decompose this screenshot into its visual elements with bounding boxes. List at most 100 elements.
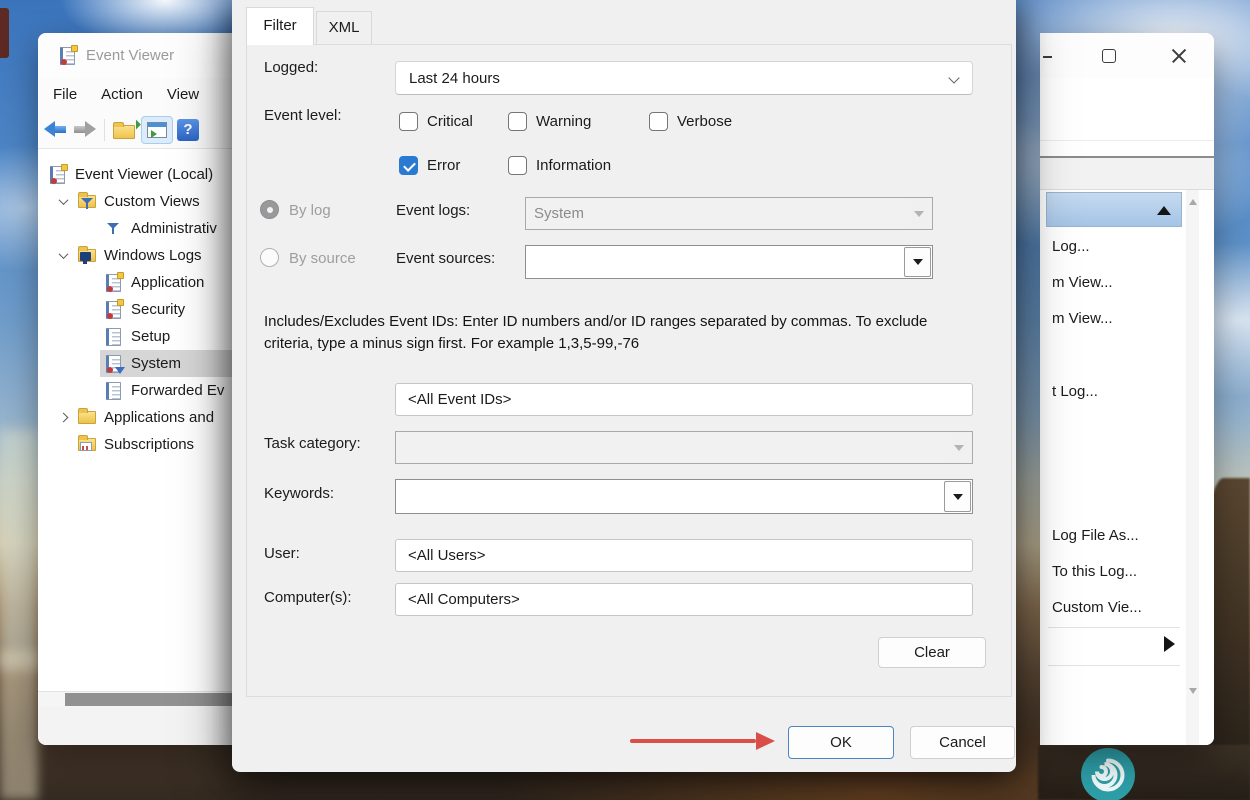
event-log-icon [104,273,124,293]
filtered-log-icon [104,354,124,374]
watermark-spiral-logo [1080,747,1136,800]
action-item-import-custom-view[interactable]: m View... [1052,310,1113,327]
filter-tab-page: Logged: Last 24 hours Event level: Criti… [246,44,1012,697]
menu-bar: File Action View [38,78,234,111]
scroll-down-icon[interactable] [1189,688,1197,694]
checkbox-warning[interactable]: Warning [508,112,591,131]
event-ids-help-text: Includes/Excludes Event IDs: Enter ID nu… [264,311,978,355]
horizontal-scrollbar[interactable] [38,691,234,707]
tree-item-event-viewer-local[interactable]: Event Viewer (Local) [38,161,234,188]
menu-file[interactable]: File [41,86,89,103]
event-viewer-actions-window: Log... m View... m View... t Log... Log … [1040,33,1214,745]
minimize-icon[interactable] [1043,56,1052,58]
forward-icon[interactable] [72,121,96,138]
actions-divider [1048,627,1180,628]
vertical-scrollbar[interactable] [1186,190,1199,745]
action-item-attach-task-to-log[interactable]: To this Log... [1052,563,1137,580]
collapse-up-icon[interactable] [1157,206,1171,215]
tree-item-custom-views[interactable]: Custom Views [38,188,234,215]
event-level-label: Event level: [264,107,342,124]
actions-group-header[interactable] [1046,192,1182,227]
tree-item-applications-and-services[interactable]: Applications and [38,404,234,431]
menu-action[interactable]: Action [89,86,155,103]
user-label: User: [264,545,300,562]
checkbox-box[interactable] [508,112,527,131]
by-source-label: By source [289,250,356,267]
tree-item-security[interactable]: Security [38,296,234,323]
ok-button[interactable]: OK [788,726,894,759]
logged-value: Last 24 hours [409,70,500,87]
chevron-down-icon[interactable] [50,252,77,259]
user-input[interactable]: <All Users> [395,539,973,572]
tree-item-forwarded-events[interactable]: Forwarded Ev [38,377,234,404]
back-icon[interactable] [44,121,68,138]
checkbox-box[interactable] [399,156,418,175]
action-item-save-log-file-as[interactable]: Log File As... [1052,527,1139,544]
console-tree: Event Viewer (Local) Custom Views Admini… [38,149,234,691]
dropdown-button[interactable] [944,481,971,512]
action-item-filter-current-log[interactable]: t Log... [1052,383,1098,400]
keywords-dropdown[interactable] [395,479,973,514]
event-logs-dropdown: System [525,197,933,230]
scrollbar-thumb[interactable] [65,693,234,706]
tree-item-setup[interactable]: Setup [38,323,234,350]
open-saved-log-icon[interactable] [113,120,137,140]
status-strip [38,707,234,745]
radio-by-log-selected[interactable] [260,200,279,219]
event-ids-input[interactable]: <All Event IDs> [395,383,973,416]
computers-input[interactable]: <All Computers> [395,583,973,616]
event-viewer-root-icon [48,165,68,185]
event-sources-label: Event sources: [396,250,495,267]
cancel-button[interactable]: Cancel [910,726,1015,759]
chevron-down-icon[interactable] [50,198,77,205]
wallpaper-detail [0,8,9,58]
dropdown-button [905,198,932,229]
checkbox-box[interactable] [649,112,668,131]
checkbox-error-checked[interactable]: Error [399,156,460,175]
maximize-icon[interactable] [1102,49,1116,63]
plain-log-icon [104,381,124,401]
title-bar [1040,33,1214,78]
wallpaper-sand [0,650,38,800]
menu-view[interactable]: View [155,86,211,103]
checkbox-critical[interactable]: Critical [399,112,473,131]
action-item-open-saved-log[interactable]: Log... [1052,238,1090,255]
toolbar: ? [38,111,234,149]
toolbar-strip [1040,158,1214,190]
action-item-create-custom-view[interactable]: m View... [1052,274,1113,291]
folder-icon [77,408,97,428]
task-category-dropdown [395,431,973,464]
logged-dropdown[interactable]: Last 24 hours [395,61,973,95]
tab-xml[interactable]: XML [316,11,372,45]
show-console-tree-icon[interactable] [141,116,173,144]
action-item-save-filter-custom-view[interactable]: Custom Vie... [1052,599,1142,616]
event-sources-dropdown[interactable] [525,245,933,279]
tree-item-subscriptions[interactable]: Subscriptions [38,431,234,458]
dropdown-button [945,432,972,463]
tab-filter[interactable]: Filter [246,7,314,45]
checkbox-box[interactable] [508,156,527,175]
chevron-down-icon [948,72,959,83]
close-icon[interactable] [1171,48,1187,64]
radio-by-source[interactable] [260,248,279,267]
wallpaper-haze [0,430,38,670]
dropdown-button[interactable] [904,247,931,277]
tree-item-system-selected[interactable]: System [38,350,234,377]
tree-item-administrative-views[interactable]: Administrativ [38,215,234,242]
checkbox-verbose[interactable]: Verbose [649,112,732,131]
tree-item-windows-logs[interactable]: Windows Logs [38,242,234,269]
plain-log-icon [104,327,124,347]
subscriptions-folder-icon [77,435,97,455]
wallpaper-rocks [1038,745,1250,800]
checkbox-information[interactable]: Information [508,156,611,175]
event-viewer-app-icon [58,46,78,66]
checkbox-box[interactable] [399,112,418,131]
tree-item-application[interactable]: Application [38,269,234,296]
by-log-label: By log [289,202,331,219]
help-icon[interactable]: ? [177,119,199,141]
event-log-icon [104,300,124,320]
chevron-right-icon[interactable] [50,414,77,421]
scroll-up-icon[interactable] [1189,199,1197,205]
clear-button[interactable]: Clear [878,637,986,668]
submenu-arrow-icon[interactable] [1164,636,1175,652]
